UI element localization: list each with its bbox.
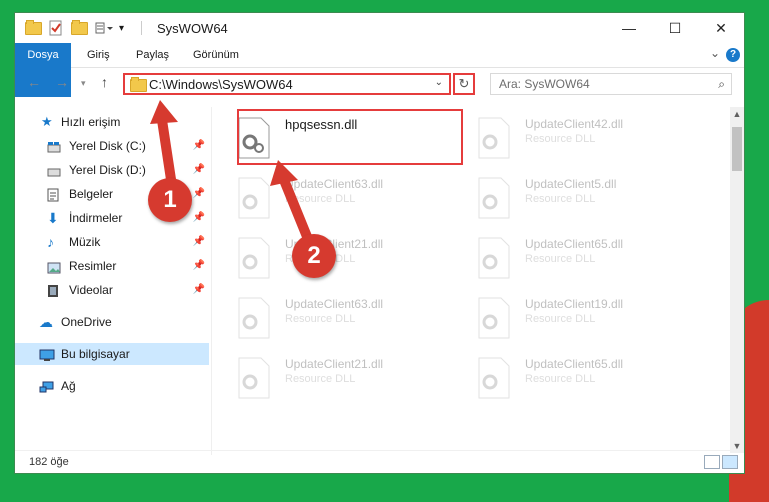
arrowhead-1 [150, 100, 178, 124]
annotation-arrows [150, 100, 315, 249]
step-2-badge: 2 [292, 234, 336, 278]
arrow-1 [157, 115, 177, 191]
arrowhead-2 [270, 160, 298, 186]
step-1-badge: 1 [148, 178, 192, 222]
